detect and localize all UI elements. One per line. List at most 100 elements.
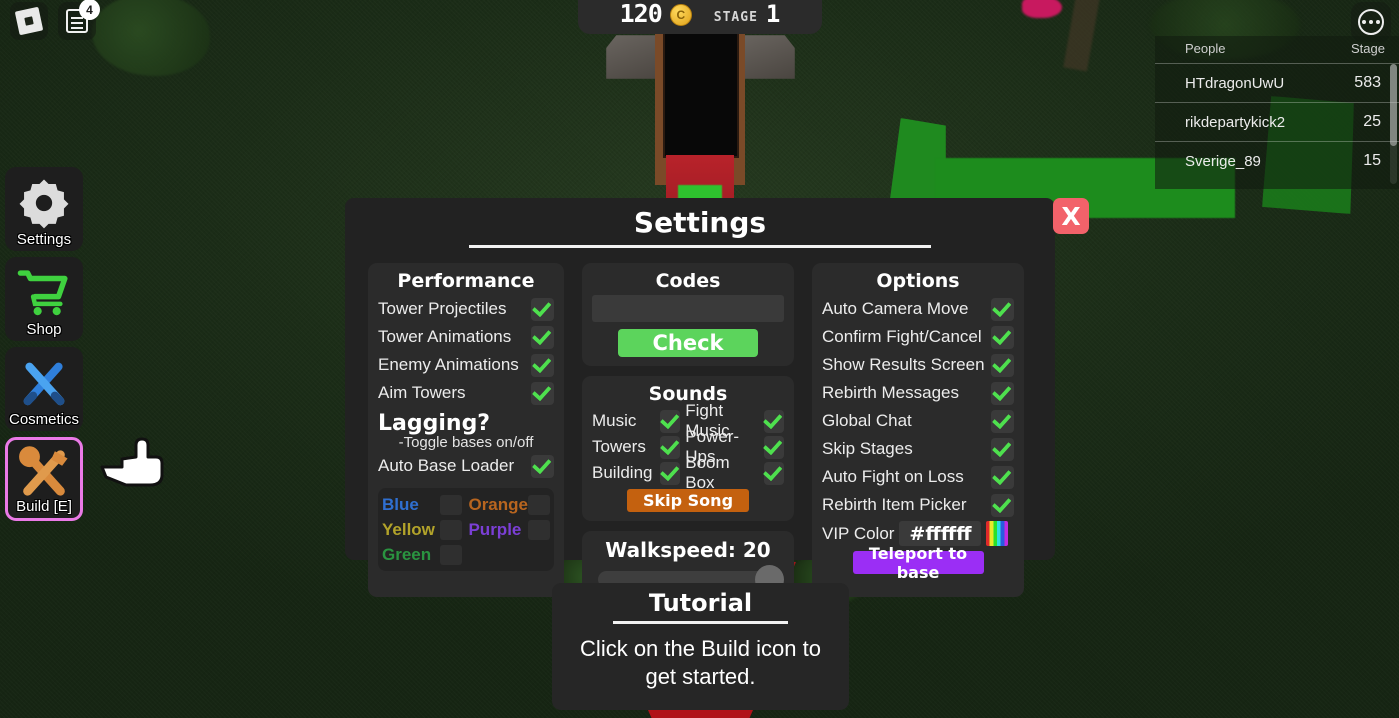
base-health-bar-secondary (648, 710, 753, 718)
checkbox-icon[interactable] (991, 465, 1014, 489)
base-toggle-blue[interactable]: Blue (382, 493, 463, 516)
tutorial-popup: Tutorial Click on the Build icon to get … (552, 583, 849, 710)
leaderboard-scroll-thumb[interactable] (1390, 64, 1397, 146)
tutorial-divider (613, 621, 788, 624)
checkbox-icon[interactable] (991, 409, 1014, 433)
checkbox-icon[interactable] (660, 461, 681, 485)
leaderboard-row[interactable]: HTdragonUwU 583 (1155, 63, 1399, 102)
toggle-tower-animations[interactable]: Tower Animations (378, 323, 554, 351)
rainbow-swatch-icon[interactable] (986, 521, 1009, 546)
performance-title: Performance (397, 270, 535, 292)
leaderboard: People Stage HTdragonUwU 583 rikdepartyk… (1155, 36, 1399, 189)
leaderboard-header: People Stage (1155, 36, 1399, 63)
base-toggle-yellow[interactable]: Yellow (382, 518, 463, 541)
tutorial-body: Click on the Build icon to get started. (580, 636, 821, 689)
three-dots-icon (1358, 9, 1384, 35)
roblox-topbar: 4 (10, 0, 100, 40)
option-label: Show Results Screen (822, 355, 985, 374)
base-toggle-purple[interactable]: Purple (468, 518, 550, 541)
skip-song-button[interactable]: Skip Song (627, 489, 749, 512)
toggle-rebirth-item-picker[interactable]: Rebirth Item Picker (822, 491, 1014, 519)
checkbox-icon[interactable] (763, 409, 785, 433)
vip-color-input[interactable]: #ffffff (899, 521, 982, 546)
options-card: Options Auto Camera Move Confirm Fight/C… (812, 263, 1024, 597)
checkbox-icon[interactable] (531, 325, 554, 349)
vip-color-label: VIP Color (822, 523, 895, 543)
checkbox-icon[interactable] (991, 297, 1014, 321)
roblox-chat-button[interactable]: 4 (58, 0, 100, 40)
toggle-show-results-screen[interactable]: Show Results Screen (822, 351, 1014, 379)
checkbox-icon[interactable] (991, 381, 1014, 405)
close-button[interactable]: X (1053, 198, 1089, 234)
checkbox-icon[interactable] (440, 494, 463, 515)
checkbox-icon[interactable] (991, 325, 1014, 349)
checkbox-icon[interactable] (763, 435, 785, 459)
checkbox-icon[interactable] (528, 519, 550, 540)
checkbox-icon[interactable] (531, 297, 554, 321)
code-input[interactable] (592, 295, 784, 322)
leaderboard-row[interactable]: Sverige_89 15 (1155, 141, 1399, 180)
sidebar-item-label: Cosmetics (8, 411, 79, 428)
checkbox-icon[interactable] (531, 381, 554, 405)
checkbox-icon[interactable] (991, 353, 1014, 377)
player-name: HTdragonUwU (1185, 74, 1285, 92)
player-name: rikdepartykick2 (1185, 113, 1286, 131)
checkbox-icon[interactable] (660, 409, 681, 433)
checkbox-icon[interactable] (991, 437, 1014, 461)
sound-label: Building (592, 463, 653, 482)
coin-amount: 120 (619, 0, 663, 28)
option-label: Global Chat (822, 411, 912, 430)
toggle-enemy-animations[interactable]: Enemy Animations (378, 351, 554, 379)
door-opening (663, 28, 739, 158)
option-label: Tower Projectiles (378, 299, 507, 318)
roblox-logo-icon (14, 6, 44, 36)
option-label: Rebirth Item Picker (822, 495, 967, 514)
option-label: Skip Stages (822, 439, 913, 458)
toggle-skip-stages[interactable]: Skip Stages (822, 435, 1014, 463)
checkbox-icon[interactable] (528, 494, 550, 515)
base-color-label: Purple (468, 519, 522, 539)
sidebar: Settings Shop Cosmetics Build [E] (5, 167, 83, 527)
options-title: Options (876, 270, 960, 292)
player-stage: 25 (1363, 113, 1381, 130)
toggle-rebirth-messages[interactable]: Rebirth Messages (822, 379, 1014, 407)
checkbox-icon[interactable] (991, 493, 1014, 517)
leaderboard-scrollbar[interactable] (1390, 64, 1397, 184)
check-code-button[interactable]: Check (618, 329, 758, 357)
option-label: Auto Camera Move (822, 299, 969, 318)
stage-value: 1 (765, 0, 781, 28)
option-label: Auto Fight on Loss (822, 467, 964, 486)
checkbox-icon[interactable] (660, 435, 681, 459)
base-toggle-orange[interactable]: Orange (468, 493, 550, 516)
toggle-aim-towers[interactable]: Aim Towers (378, 379, 554, 407)
checkbox-icon[interactable] (440, 519, 463, 540)
sidebar-item-shop[interactable]: Shop (5, 257, 83, 341)
toggle-confirm-fight-cancel[interactable]: Confirm Fight/Cancel (822, 323, 1014, 351)
toggle-auto-base-loader[interactable]: Auto Base Loader (378, 452, 554, 480)
settings-dialog: Settings X Performance Tower Projectiles… (345, 198, 1089, 597)
teleport-to-base-button[interactable]: Teleport to base (852, 544, 984, 582)
sidebar-item-label: Shop (26, 321, 62, 338)
roblox-menu-button[interactable] (10, 2, 48, 40)
checkbox-icon[interactable] (531, 454, 554, 478)
player-name: Sverige_89 (1185, 152, 1261, 170)
toggle-tower-projectiles[interactable]: Tower Projectiles (378, 295, 554, 323)
toggle-auto-fight-on-loss[interactable]: Auto Fight on Loss (822, 463, 1014, 491)
codes-card: Codes Check (582, 263, 794, 366)
checkbox-icon[interactable] (531, 353, 554, 377)
top-hud: 120 C STAGE 1 (578, 0, 822, 34)
tutorial-title: Tutorial (648, 589, 753, 617)
sidebar-item-build[interactable]: Build [E] (5, 437, 83, 521)
checkbox-icon[interactable] (440, 544, 463, 565)
player-stage: 583 (1354, 74, 1381, 91)
sound-label: Boom Box (685, 453, 730, 492)
base-toggle-green[interactable]: Green (382, 543, 463, 566)
sidebar-item-settings[interactable]: Settings (5, 167, 83, 251)
checkbox-icon[interactable] (763, 461, 785, 485)
sidebar-item-cosmetics[interactable]: Cosmetics (5, 347, 83, 431)
toggle-auto-camera-move[interactable]: Auto Camera Move (822, 295, 1014, 323)
toggle-global-chat[interactable]: Global Chat (822, 407, 1014, 435)
leaderboard-row[interactable]: rikdepartykick2 25 (1155, 102, 1399, 141)
page-title: Settings (633, 206, 767, 239)
base-colors-grid: Blue Orange Yellow Purple Green (378, 488, 554, 571)
